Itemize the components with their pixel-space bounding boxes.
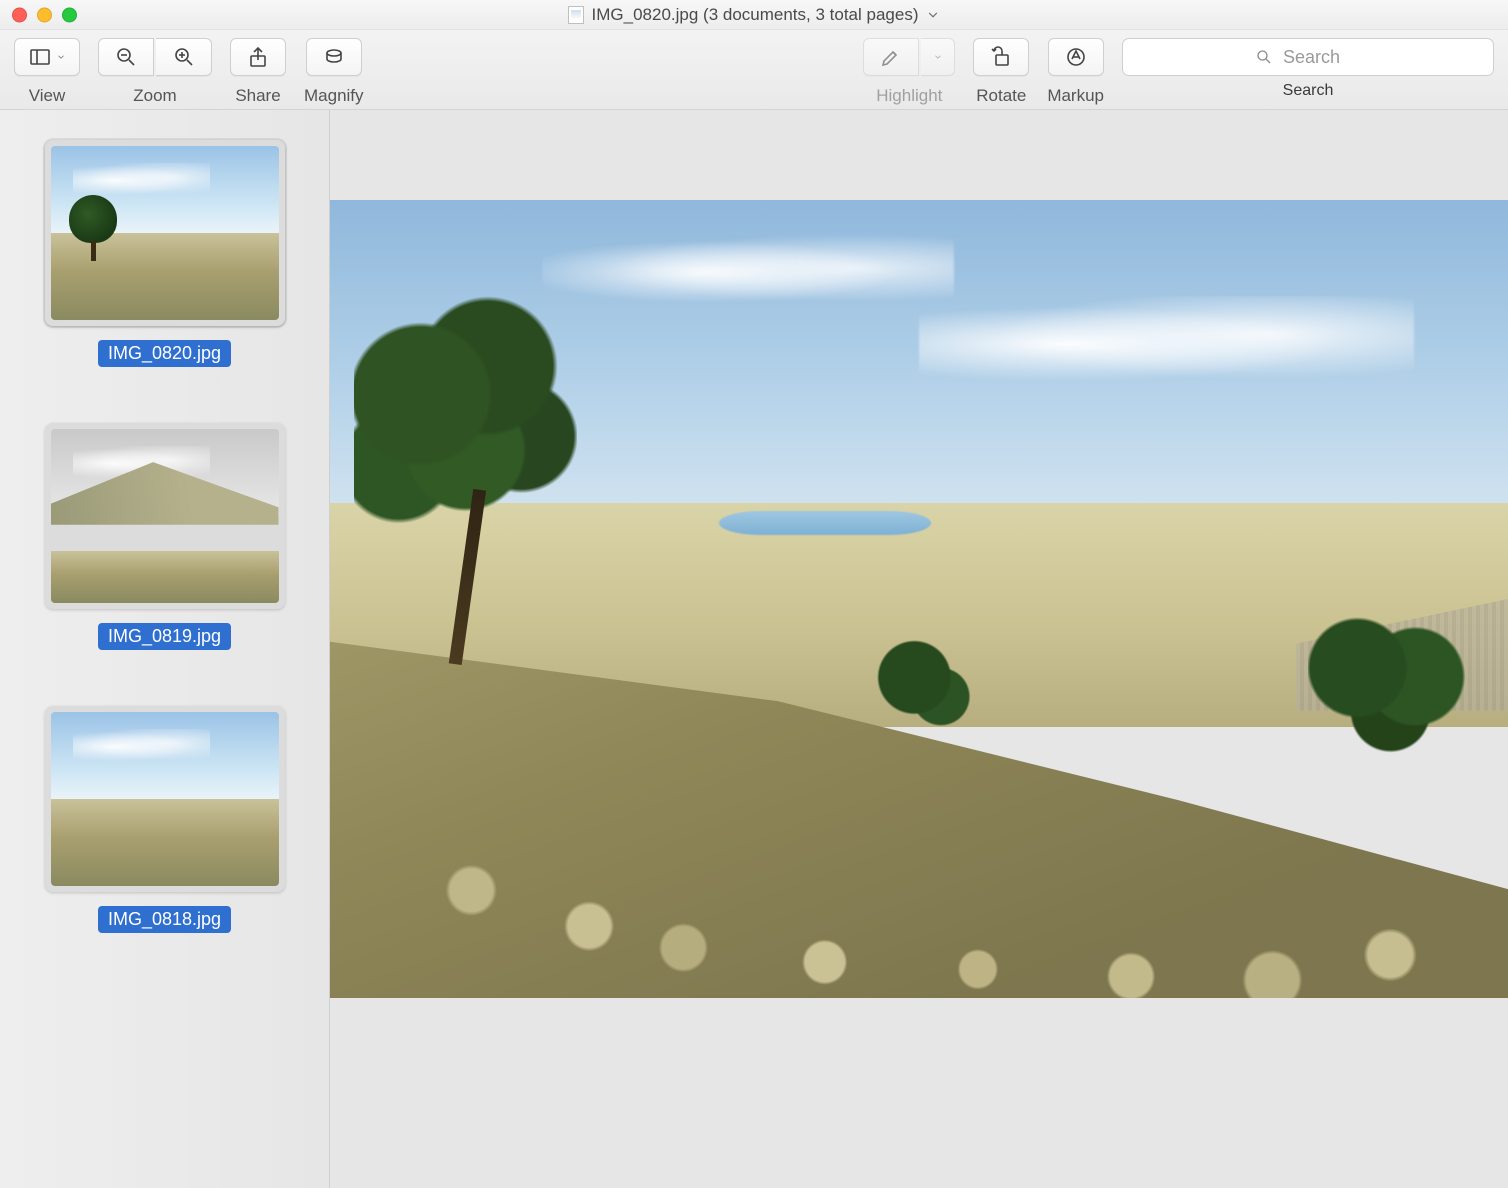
window-title-text: IMG_0820.jpg (3 documents, 3 total pages…: [592, 5, 919, 25]
traffic-lights: [12, 7, 77, 22]
highlighter-icon: [879, 45, 903, 69]
chevron-down-icon: [56, 52, 66, 62]
chevron-down-icon: [926, 8, 940, 22]
highlight-dropdown-button[interactable]: [921, 38, 955, 76]
markup-label: Markup: [1047, 86, 1104, 106]
sidebar-view-icon: [28, 45, 52, 69]
zoom-out-button[interactable]: [98, 38, 154, 76]
highlight-label: Highlight: [876, 86, 942, 106]
markup-button[interactable]: [1048, 38, 1104, 76]
thumbnail-frame[interactable]: [45, 706, 285, 892]
document-icon: [568, 6, 584, 24]
thumbnail-frame[interactable]: [45, 423, 285, 609]
window-title[interactable]: IMG_0820.jpg (3 documents, 3 total pages…: [568, 5, 941, 25]
window-titlebar: IMG_0820.jpg (3 documents, 3 total pages…: [0, 0, 1508, 30]
search-icon: [1255, 48, 1273, 66]
rotate-button[interactable]: [973, 38, 1029, 76]
thumbnail-filename[interactable]: IMG_0818.jpg: [98, 906, 231, 933]
magnify-icon: [322, 45, 346, 69]
zoom-in-button[interactable]: [156, 38, 212, 76]
thumbnail-item[interactable]: IMG_0819.jpg: [30, 423, 299, 650]
share-label: Share: [235, 86, 280, 106]
magnify-button[interactable]: [306, 38, 362, 76]
view-group: View: [14, 38, 80, 106]
markup-icon: [1064, 45, 1088, 69]
thumbnail-image: [51, 146, 279, 320]
thumbnail-frame[interactable]: [45, 140, 285, 326]
view-button[interactable]: [14, 38, 80, 76]
image-viewer[interactable]: [330, 110, 1508, 1188]
thumbnail-item[interactable]: IMG_0820.jpg: [30, 140, 299, 367]
zoom-out-icon: [114, 45, 138, 69]
zoom-in-icon: [172, 45, 196, 69]
content-area: IMG_0820.jpg IMG_0819.jpg IMG_0818.jpg: [0, 110, 1508, 1188]
main-image: [330, 200, 1508, 998]
rotate-group: Rotate: [973, 38, 1029, 106]
thumbnail-item[interactable]: IMG_0818.jpg: [30, 706, 299, 933]
thumbnail-image: [51, 429, 279, 603]
close-window-button[interactable]: [12, 7, 27, 22]
zoom-group: Zoom: [98, 38, 212, 106]
magnify-group: Magnify: [304, 38, 364, 106]
highlight-button[interactable]: [863, 38, 919, 76]
thumbnail-image: [51, 712, 279, 886]
search-group: Search: [1122, 38, 1494, 100]
share-icon: [246, 45, 270, 69]
thumbnail-sidebar[interactable]: IMG_0820.jpg IMG_0819.jpg IMG_0818.jpg: [0, 110, 330, 1188]
share-group: Share: [230, 38, 286, 106]
zoom-window-button[interactable]: [62, 7, 77, 22]
search-label: Search: [1283, 82, 1334, 100]
rotate-icon: [989, 45, 1013, 69]
highlight-group: Highlight: [863, 38, 955, 106]
thumbnail-filename[interactable]: IMG_0819.jpg: [98, 623, 231, 650]
chevron-down-icon: [933, 52, 943, 62]
search-field[interactable]: [1122, 38, 1494, 76]
search-input[interactable]: [1281, 46, 1361, 69]
zoom-label: Zoom: [133, 86, 176, 106]
view-label: View: [29, 86, 66, 106]
markup-group: Markup: [1047, 38, 1104, 106]
magnify-label: Magnify: [304, 86, 364, 106]
toolbar: View Zoom Share Magnify: [0, 30, 1508, 110]
thumbnail-filename[interactable]: IMG_0820.jpg: [98, 340, 231, 367]
minimize-window-button[interactable]: [37, 7, 52, 22]
rotate-label: Rotate: [976, 86, 1026, 106]
share-button[interactable]: [230, 38, 286, 76]
